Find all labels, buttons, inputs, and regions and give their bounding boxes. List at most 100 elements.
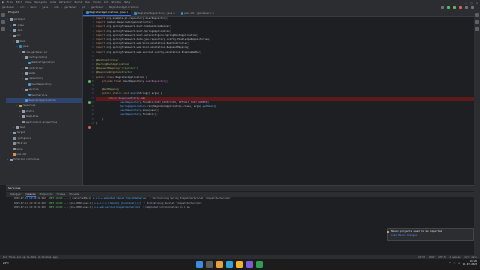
- breadcrumb-item[interactable]: java: [42, 6, 48, 9]
- tree-arrow-icon[interactable]: ▸: [10, 131, 12, 134]
- tree-item-label: java: [22, 45, 29, 49]
- tree-arrow-icon[interactable]: ▸: [10, 29, 12, 32]
- app-logo-icon[interactable]: ■: [2, 1, 4, 4]
- commit-tool-icon[interactable]: [1, 20, 5, 24]
- tree-arrow-icon[interactable]: ▸: [7, 158, 9, 161]
- tree-arrow-icon[interactable]: ▸: [19, 115, 21, 118]
- tree-arrow-icon[interactable]: ▾: [22, 77, 24, 80]
- weather-widget[interactable]: 24°C: [3, 262, 9, 265]
- breakpoint-icon[interactable]: [88, 126, 91, 129]
- menu-item[interactable]: View: [25, 1, 31, 4]
- menu-item[interactable]: Edit: [16, 1, 22, 4]
- breadcrumb-item[interactable]: gardener: [2, 6, 15, 9]
- structure-tool-icon[interactable]: [1, 27, 5, 31]
- breadcrumb-item[interactable]: gardener: [64, 6, 77, 9]
- tree-arrow-icon[interactable]: ▾: [22, 56, 24, 59]
- notifications-icon[interactable]: [475, 13, 479, 17]
- editor-tab[interactable]: pom.xml (gardener) ×: [178, 11, 217, 16]
- breadcrumb-item[interactable]: pl: [82, 6, 85, 9]
- tree-arrow-icon[interactable]: ▾: [16, 45, 18, 48]
- breadcrumb-item[interactable]: src: [20, 6, 25, 9]
- windows-start-icon[interactable]: [196, 261, 203, 268]
- menu-item[interactable]: File: [7, 1, 13, 4]
- menu-item[interactable]: Run: [85, 1, 90, 4]
- code-line[interactable]: }: [96, 122, 474, 126]
- menu-item[interactable]: Help: [124, 1, 130, 4]
- log-thread: --- [nio-8080-exec-1]: [63, 206, 95, 210]
- search-icon[interactable]: [465, 6, 468, 9]
- editor-tab[interactable]: RegisterRepository.java ×: [131, 11, 178, 16]
- tree-arrow-icon[interactable]: ▾: [16, 104, 18, 107]
- tree-arrow-icon[interactable]: ▸: [10, 24, 12, 27]
- services-tab[interactable]: Threads: [69, 193, 79, 196]
- run-icon[interactable]: [447, 6, 450, 9]
- log-timestamp: 2023-07-11 12:13:21.992: [14, 197, 49, 200]
- services-tab[interactable]: Console: [25, 193, 36, 197]
- menu-item[interactable]: Navigate: [34, 1, 47, 4]
- tree-arrow-icon[interactable]: ▾: [10, 34, 12, 37]
- tree-item-label: .mvn: [16, 28, 23, 32]
- search-icon[interactable]: [206, 261, 213, 268]
- java-file-icon: [134, 12, 137, 15]
- menu-item[interactable]: Window: [112, 1, 121, 4]
- clock[interactable]: 16:26 11.07.2023: [463, 260, 477, 266]
- breadcrumb-item[interactable]: RegisterApplication: [109, 6, 139, 9]
- tree-arrow-icon[interactable]: ▸: [19, 110, 21, 113]
- folder-icon: [10, 158, 13, 162]
- wifi-icon[interactable]: ◠: [454, 262, 455, 265]
- menu-item[interactable]: Git: [104, 1, 109, 4]
- code-area[interactable]: import org.example.pl.repository.UserRep…: [96, 17, 474, 126]
- close-tab-icon[interactable]: ×: [173, 12, 175, 15]
- code-token: userRepository: [120, 109, 142, 113]
- tree-arrow-icon[interactable]: ▾: [13, 40, 15, 43]
- database-icon[interactable]: [475, 20, 479, 24]
- tree-arrow-icon[interactable]: ▾: [19, 51, 21, 54]
- folder-icon: [22, 115, 25, 118]
- menu-item[interactable]: Tools: [93, 1, 101, 4]
- breadcrumb-item[interactable]: com: [54, 6, 59, 9]
- tree-arrow-icon[interactable]: ▸: [22, 67, 24, 70]
- tray-chevron-icon[interactable]: ^: [449, 262, 450, 265]
- tree-arrow-icon[interactable]: ▾: [7, 18, 9, 21]
- code-token: @RequiredArgsConstructor: [96, 71, 133, 75]
- maven-icon[interactable]: [475, 27, 479, 31]
- log-thread: --- [nio-8080-exec-1]: [63, 201, 95, 205]
- menu-item[interactable]: Code: [50, 1, 56, 4]
- settings-icon[interactable]: [471, 6, 474, 9]
- close-tab-icon[interactable]: ×: [127, 11, 129, 14]
- maximize-icon[interactable]: □: [470, 1, 472, 5]
- project-tool-icon[interactable]: [1, 13, 5, 17]
- edge-browser-icon[interactable]: [226, 261, 233, 268]
- tree-arrow-icon[interactable]: ▸: [13, 126, 15, 129]
- log-timestamp: 2023-07-11 12:13:21.993: [14, 206, 49, 210]
- debug-icon[interactable]: [453, 6, 456, 9]
- code-token: import: [96, 21, 107, 25]
- tree-item[interactable]: ▸ External Libraries: [6, 157, 82, 162]
- breadcrumb-item[interactable]: gardener: [91, 6, 104, 9]
- tree-item-label: main: [19, 39, 26, 43]
- close-tab-icon[interactable]: ×: [212, 12, 214, 15]
- close-icon[interactable]: ×: [476, 1, 478, 5]
- breadcrumb-item[interactable]: main: [30, 6, 36, 9]
- services-tab[interactable]: Debugger: [10, 193, 22, 196]
- app-icon[interactable]: [256, 261, 263, 268]
- services-tab[interactable]: Endpoints: [40, 193, 53, 196]
- load-maven-changes-link[interactable]: Load Maven Changes: [388, 234, 473, 237]
- menu-item[interactable]: Refactor: [59, 1, 72, 4]
- tree-arrow-icon[interactable]: ▸: [22, 72, 24, 75]
- run-gutter-icon[interactable]: [88, 80, 91, 83]
- editor-tab[interactable]: RegisterApplication.java ×: [83, 10, 132, 16]
- java-icon: [19, 45, 22, 48]
- file-explorer-icon[interactable]: [216, 261, 223, 268]
- build-icon[interactable]: [441, 6, 444, 9]
- intellij-icon[interactable]: [246, 261, 253, 268]
- services-tab[interactable]: Frames: [57, 193, 66, 196]
- chrome-icon[interactable]: [236, 261, 243, 268]
- volume-icon[interactable]: ◁: [458, 262, 459, 265]
- tree-arrow-icon[interactable]: ▾: [22, 88, 24, 91]
- stop-icon[interactable]: [459, 6, 462, 9]
- run-gutter-icon[interactable]: [88, 101, 91, 104]
- menu-item[interactable]: Build: [75, 1, 83, 4]
- code-token: public static void: [102, 92, 131, 96]
- minimize-icon[interactable]: –: [465, 1, 467, 5]
